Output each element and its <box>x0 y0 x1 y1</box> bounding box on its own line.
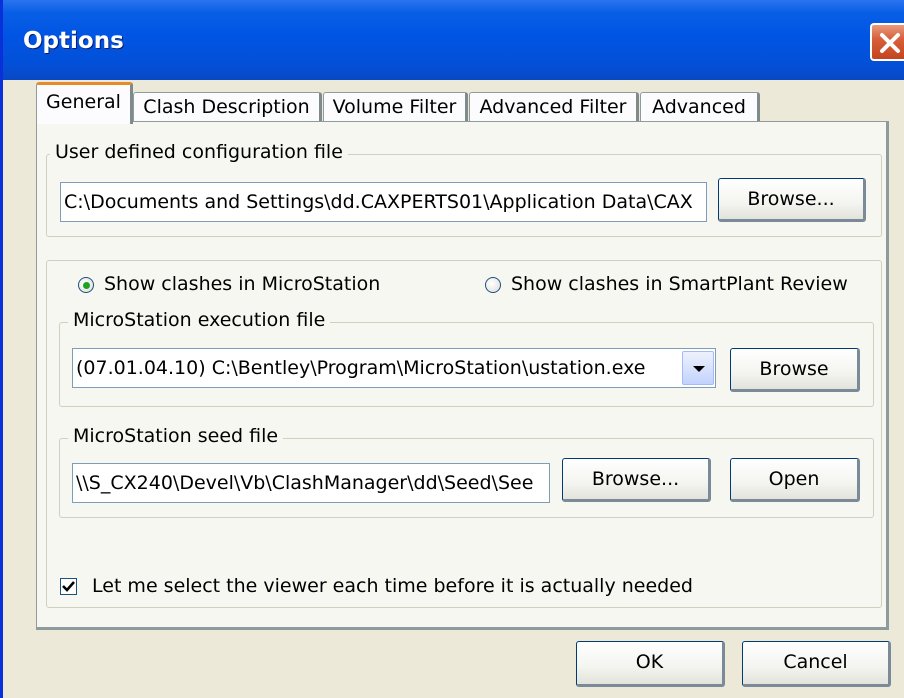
radio-selected-dot <box>83 282 90 289</box>
seed-file-path-input[interactable]: \\S_CX240\Devel\Vb\ClashManager\dd\Seed\… <box>72 463 550 503</box>
tab-label: General <box>46 91 121 113</box>
execution-file-combobox[interactable]: (07.01.04.10) C:\Bentley\Program\MicroSt… <box>72 348 716 388</box>
execution-file-legend: MicroStation execution file <box>68 309 331 331</box>
execution-file-value: (07.01.04.10) C:\Bentley\Program\MicroSt… <box>76 357 646 379</box>
checkmark-icon <box>62 581 75 592</box>
microstation-radio-label[interactable]: Show clashes in MicroStation <box>104 273 380 295</box>
smartplant-radio-label[interactable]: Show clashes in SmartPlant Review <box>511 273 848 295</box>
select-viewer-checkbox[interactable] <box>60 578 77 595</box>
options-dialog: Options General Clash Description Volume… <box>0 0 904 698</box>
tab-volume-filter[interactable]: Volume Filter <box>323 92 468 122</box>
title-bar[interactable]: Options <box>3 0 904 80</box>
seed-open-button[interactable]: Open <box>730 458 860 502</box>
tab-clash-description[interactable]: Clash Description <box>133 92 322 122</box>
close-icon <box>880 33 900 53</box>
tab-label: Advanced <box>652 96 746 118</box>
seed-browse-button[interactable]: Browse... <box>562 458 711 502</box>
execution-browse-button[interactable]: Browse <box>730 348 860 392</box>
tab-advanced-filter[interactable]: Advanced Filter <box>469 92 639 122</box>
config-file-path-input[interactable]: C:\Documents and Settings\dd.CAXPERTS01\… <box>60 182 707 222</box>
chevron-down-icon <box>693 366 705 372</box>
cancel-button[interactable]: Cancel <box>742 641 891 687</box>
close-button[interactable] <box>870 23 904 61</box>
seed-file-legend: MicroStation seed file <box>68 425 284 447</box>
tab-label: Volume Filter <box>332 96 457 118</box>
ok-button[interactable]: OK <box>576 641 725 687</box>
config-file-legend: User defined configuration file <box>50 141 348 163</box>
tab-general[interactable]: General <box>36 82 133 124</box>
tab-label: Advanced Filter <box>479 96 627 118</box>
general-tab-panel: User defined configuration file C:\Docum… <box>36 121 889 630</box>
select-viewer-label[interactable]: Let me select the viewer each time befor… <box>92 575 693 597</box>
smartplant-radio[interactable] <box>485 277 501 293</box>
tab-label: Clash Description <box>143 96 310 118</box>
tab-advanced[interactable]: Advanced <box>640 92 760 122</box>
dropdown-button[interactable] <box>682 351 714 385</box>
microstation-radio[interactable] <box>78 277 94 293</box>
window-title: Options <box>23 28 124 54</box>
config-browse-button[interactable]: Browse... <box>718 178 866 222</box>
